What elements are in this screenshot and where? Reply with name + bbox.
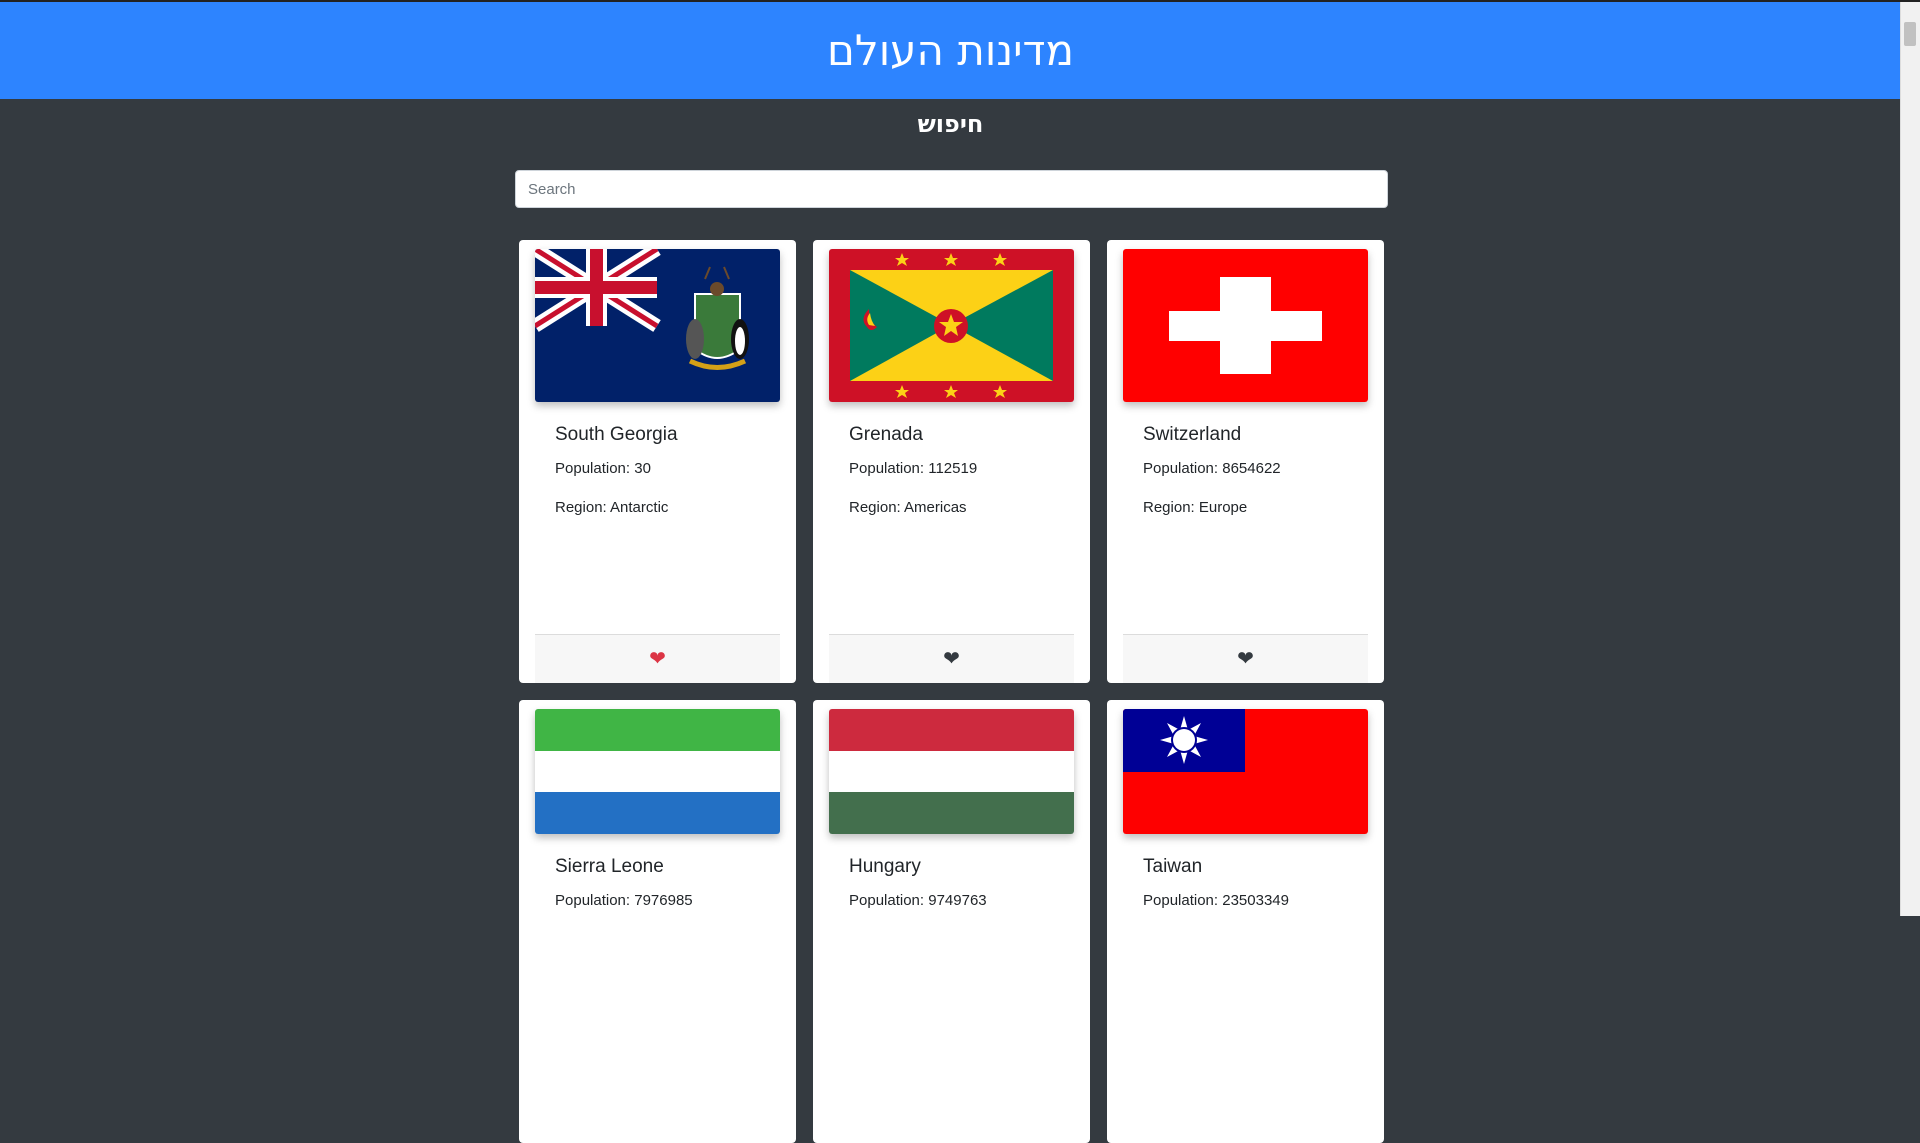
- population-value: 8654622: [1222, 460, 1281, 477]
- population-value: 9749763: [928, 892, 987, 909]
- region-value: Europe: [1198, 499, 1248, 516]
- country-population: Population: 23503349: [1143, 892, 1368, 909]
- scrollbar-thumb[interactable]: [1904, 22, 1916, 46]
- population-label: Population:: [1143, 892, 1223, 909]
- switzerland-flag: [1123, 249, 1368, 402]
- country-name: Grenada: [849, 424, 923, 445]
- country-name: Hungary: [849, 856, 921, 877]
- countries-grid: South Georgia Population: 30 Region: Ant…: [519, 240, 1384, 1143]
- hungary-flag: [829, 709, 1074, 834]
- page-title: מדינות העולם: [827, 26, 1074, 75]
- region-value: Americas: [904, 499, 967, 516]
- country-name: Sierra Leone: [555, 856, 664, 877]
- card-footer: ❤: [829, 634, 1074, 683]
- country-region: Region: Europe: [1143, 499, 1368, 516]
- sierra-leone-flag: [535, 709, 780, 834]
- population-value: 23503349: [1222, 892, 1289, 909]
- search-input[interactable]: [515, 170, 1388, 208]
- heart-icon[interactable]: ❤: [649, 649, 666, 669]
- region-label: Region:: [555, 499, 611, 516]
- country-card: South Georgia Population: 30 Region: Ant…: [519, 240, 796, 683]
- scrollbar[interactable]: [1900, 2, 1920, 916]
- country-name: South Georgia: [555, 424, 678, 445]
- app-header: מדינות העולם: [0, 2, 1901, 99]
- country-card: Hungary Population: 9749763: [813, 700, 1090, 1143]
- region-value: Antarctic: [610, 499, 669, 516]
- country-name: Taiwan: [1143, 856, 1203, 877]
- country-card: Grenada Population: 112519 Region: Ameri…: [813, 240, 1090, 683]
- population-label: Population:: [849, 460, 929, 477]
- taiwan-flag: [1123, 709, 1368, 834]
- heart-icon[interactable]: ❤: [943, 649, 960, 669]
- country-population: Population: 112519: [849, 460, 1074, 477]
- country-population: Population: 30: [555, 460, 780, 477]
- population-value: 112519: [928, 460, 978, 477]
- search-heading: חיפוש: [917, 110, 984, 138]
- country-population: Population: 8654622: [1143, 460, 1368, 477]
- country-population: Population: 9749763: [849, 892, 1074, 909]
- country-region: Region: Americas: [849, 499, 1074, 516]
- country-region: Region: Antarctic: [555, 499, 780, 516]
- population-label: Population:: [1143, 460, 1223, 477]
- south-georgia-flag: [535, 249, 780, 402]
- country-name: Switzerland: [1143, 424, 1242, 445]
- grenada-flag: [829, 249, 1074, 402]
- population-label: Population:: [555, 892, 635, 909]
- region-label: Region:: [849, 499, 905, 516]
- country-card: Sierra Leone Population: 7976985: [519, 700, 796, 1143]
- population-label: Population:: [555, 460, 635, 477]
- population-value: 7976985: [634, 892, 693, 909]
- card-footer: ❤: [1123, 634, 1368, 683]
- card-footer: ❤: [535, 634, 780, 683]
- population-label: Population:: [849, 892, 929, 909]
- country-card: Switzerland Population: 8654622 Region: …: [1107, 240, 1384, 683]
- population-value: 30: [634, 460, 651, 477]
- country-card: Taiwan Population: 23503349: [1107, 700, 1384, 1143]
- heart-icon[interactable]: ❤: [1237, 649, 1254, 669]
- country-population: Population: 7976985: [555, 892, 780, 909]
- region-label: Region:: [1143, 499, 1199, 516]
